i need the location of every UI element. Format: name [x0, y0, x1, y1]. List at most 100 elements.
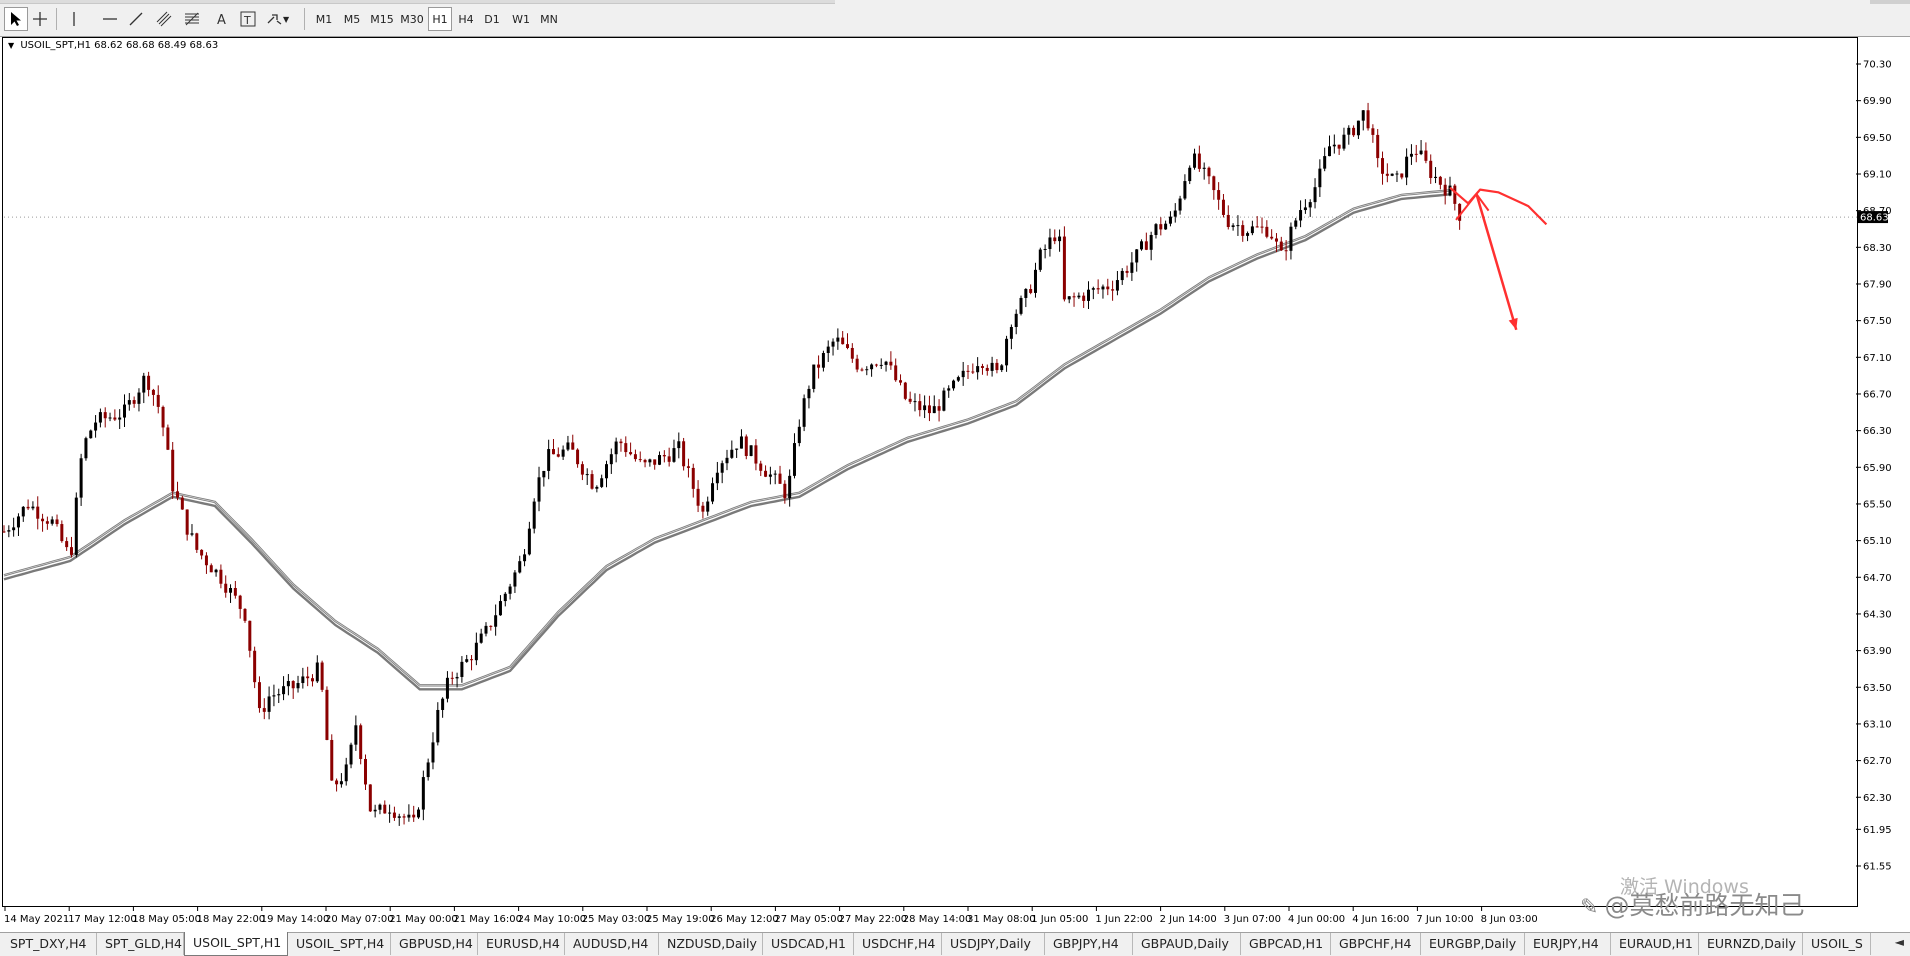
- candle-down: [629, 452, 633, 455]
- candle-up: [1289, 226, 1293, 251]
- candle-down: [1111, 289, 1115, 291]
- chart-tab[interactable]: EURAUD,H1: [1611, 933, 1699, 955]
- candle-up: [498, 601, 502, 616]
- candle-up: [1409, 153, 1413, 157]
- chart-tab[interactable]: EURGBP,Daily: [1421, 933, 1525, 955]
- candle-up: [711, 483, 715, 502]
- candle-up: [296, 683, 300, 689]
- candle-down: [257, 682, 261, 709]
- candle-down: [1082, 295, 1086, 301]
- candle-down: [248, 620, 252, 651]
- candle-up: [807, 388, 811, 399]
- chart-tab[interactable]: AUDUSD,H4: [565, 933, 659, 955]
- candle-up: [479, 633, 483, 643]
- candle-down: [1352, 127, 1356, 136]
- candle-down: [330, 739, 334, 781]
- candle-down: [1226, 214, 1230, 228]
- candle-up: [272, 695, 276, 697]
- candle-down: [368, 784, 372, 812]
- candle-up: [1091, 288, 1095, 290]
- chart-tab[interactable]: EURJPY,H4: [1525, 933, 1611, 955]
- price-axis-label: 62.70: [1863, 756, 1892, 767]
- candle-down: [653, 459, 657, 465]
- candle-up: [547, 449, 551, 471]
- candle-down: [1072, 296, 1076, 298]
- candle-down: [243, 608, 247, 621]
- candle-down: [1265, 226, 1269, 237]
- candle-down: [576, 449, 580, 465]
- candle-down: [450, 677, 454, 679]
- candle-up: [127, 400, 131, 405]
- candle-down: [927, 405, 931, 414]
- price-axis-label: 66.70: [1863, 389, 1892, 400]
- candle-up: [1043, 248, 1047, 250]
- candle-down: [1241, 225, 1245, 236]
- chart-tab[interactable]: USDCHF,H4: [854, 933, 942, 955]
- chart-tab[interactable]: USDCAD,H1: [763, 933, 854, 955]
- chart-tab[interactable]: GBPUSD,H4: [391, 933, 478, 955]
- candle-up: [1342, 134, 1346, 149]
- candle-down: [1159, 224, 1163, 230]
- candle-up: [1183, 181, 1187, 199]
- candle-up: [1140, 241, 1144, 250]
- candle-up: [1024, 289, 1028, 298]
- price-chart: 70.3069.9069.5069.1068.7068.3067.9067.50…: [2, 60, 1892, 925]
- chart-tab[interactable]: GBPJPY,H4: [1045, 933, 1133, 955]
- candle-down: [1221, 199, 1225, 215]
- price-axis-label: 64.30: [1863, 609, 1892, 620]
- candle-down: [1443, 184, 1447, 196]
- chart-tab[interactable]: USOIL_S: [1803, 933, 1871, 955]
- chart-tab[interactable]: GBPAUD,Daily: [1133, 933, 1241, 955]
- candle-down: [980, 366, 984, 368]
- candle-up: [566, 442, 570, 450]
- time-axis-label: 18 May 22:00: [197, 914, 266, 925]
- candle-up: [229, 588, 233, 593]
- chart-tab[interactable]: NZDUSD,Daily: [659, 933, 763, 955]
- candle-down: [571, 442, 575, 450]
- chart-tab[interactable]: SPT_GLD,H4: [97, 933, 184, 955]
- chart-tab[interactable]: EURUSD,H4: [478, 933, 565, 955]
- candle-down: [36, 506, 40, 519]
- price-axis-label: 67.10: [1863, 353, 1892, 364]
- tab-scroll-left-icon[interactable]: ◄: [1895, 935, 1904, 949]
- candle-up: [484, 625, 488, 634]
- candle-up: [913, 401, 917, 403]
- candle-down: [855, 358, 859, 370]
- candle-up: [923, 405, 927, 411]
- annotation-arrow-line: [1475, 193, 1518, 331]
- candle-up: [1164, 223, 1168, 230]
- chart-tab[interactable]: SPT_DXY,H4: [2, 933, 97, 955]
- chart-tab[interactable]: USOIL_SPT,H4: [288, 933, 391, 955]
- candle-up: [190, 533, 194, 535]
- candle-down: [1197, 153, 1201, 169]
- chart-tab[interactable]: USDJPY,Daily: [942, 933, 1045, 955]
- chart-tab[interactable]: EURNZD,Daily: [1699, 933, 1803, 955]
- candle-up: [658, 455, 662, 465]
- chart-tab[interactable]: GBPCHF,H4: [1331, 933, 1421, 955]
- candle-up: [677, 441, 681, 449]
- price-axis-label: 63.10: [1863, 719, 1892, 730]
- candle-up: [1168, 216, 1172, 224]
- candle-up: [605, 464, 608, 479]
- candle-down: [262, 708, 266, 712]
- candle-down: [60, 524, 64, 542]
- candle-up: [108, 417, 112, 419]
- candle-down: [889, 361, 893, 366]
- chart-tab[interactable]: GBPCAD,H1: [1241, 933, 1331, 955]
- candle-down: [691, 467, 695, 489]
- candle-down: [817, 364, 821, 368]
- candle-down: [359, 725, 363, 759]
- time-axis-label: 18 May 05:00: [132, 914, 201, 925]
- candle-down: [1255, 226, 1259, 228]
- candle-up: [715, 472, 719, 484]
- candle-down: [383, 804, 387, 814]
- candle-down: [320, 662, 324, 690]
- candle-up: [474, 642, 478, 661]
- current-price-text: 68.63: [1860, 213, 1889, 224]
- time-axis-label: 21 May 00:00: [389, 914, 458, 925]
- chart-tab[interactable]: USOIL_SPT,H1: [184, 932, 288, 956]
- candle-up: [1154, 224, 1158, 235]
- candle-up: [735, 448, 739, 450]
- candle-up: [1332, 144, 1336, 147]
- price-axis-label: 63.90: [1863, 646, 1892, 657]
